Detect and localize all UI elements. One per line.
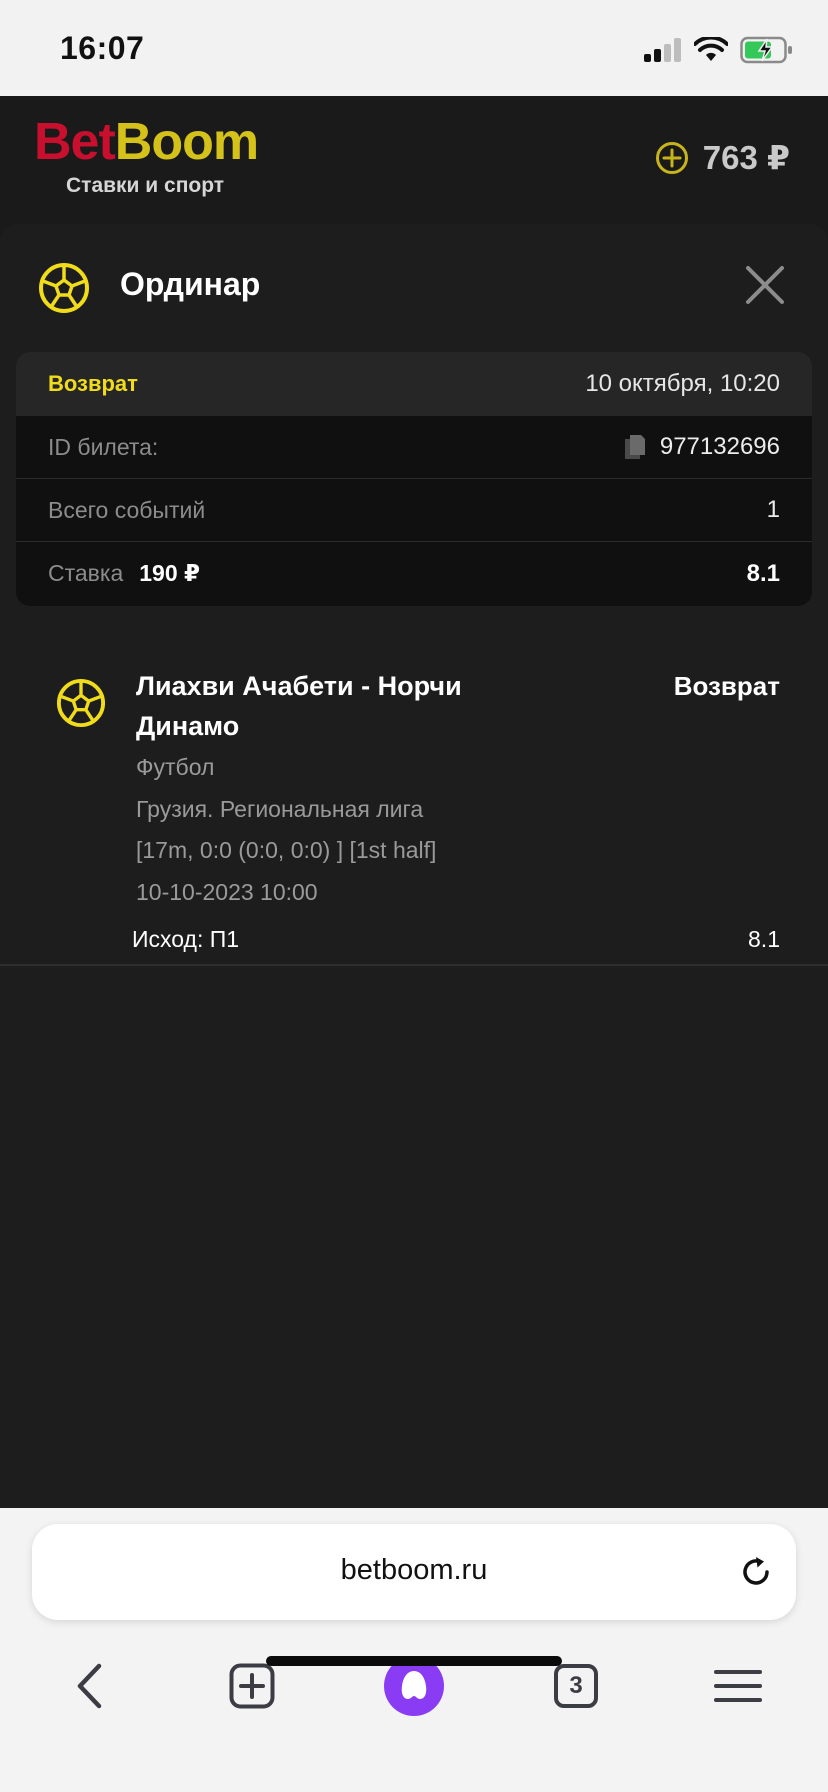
bet-summary-card: Возврат 10 октября, 10:20 ID билета: 977… (16, 352, 812, 606)
ticket-id-value: 977132696 (659, 433, 780, 460)
wifi-icon (694, 37, 728, 61)
cellular-signal-icon (644, 38, 681, 62)
event-date: 10-10-2023 10:00 (136, 879, 318, 905)
event-title: Лиахви Ачабети - Норчи Динамо (136, 671, 462, 741)
add-funds-icon[interactable] (655, 141, 689, 175)
event-item: Лиахви Ачабети - Норчи Динамо Возврат Фу… (0, 634, 828, 966)
balance-widget[interactable]: 763 ₽ (655, 138, 790, 177)
ticket-id-label: ID билета: (48, 433, 159, 460)
stake-amount: 190 ₽ (139, 560, 201, 586)
bet-summary-header: Возврат 10 октября, 10:20 (16, 352, 812, 416)
stake-label: Ставка (48, 560, 124, 586)
close-icon[interactable] (744, 264, 786, 306)
back-button[interactable] (58, 1654, 122, 1718)
ticket-id-row: ID билета: 977132696 (16, 416, 812, 479)
event-status: Возврат (673, 671, 780, 701)
top-bar: BetBoom Ставки и спорт 763 ₽ (0, 96, 828, 224)
app-content: BetBoom Ставки и спорт 763 ₽ Ординар Воз… (0, 96, 828, 1508)
stake-row: Ставка 190 ₽ 8.1 (16, 542, 812, 605)
events-count-value: 1 (766, 496, 780, 523)
events-count-label: Всего событий (48, 496, 206, 523)
bet-status: Возврат (48, 371, 138, 396)
home-indicator[interactable] (266, 1656, 562, 1666)
sheet-header: Ординар (0, 224, 828, 352)
event-league: Грузия. Региональная лига (136, 796, 424, 822)
football-icon (56, 678, 106, 728)
copy-icon[interactable] (624, 434, 646, 460)
status-bar: 16:07 (0, 0, 828, 96)
football-icon (39, 263, 89, 313)
event-score: [17m, 0:0 (0:0, 0:0) ] [1st half] (136, 837, 437, 863)
menu-button[interactable] (706, 1654, 770, 1718)
status-icons (644, 34, 794, 66)
total-odds: 8.1 (746, 559, 780, 587)
tabs-count: 3 (554, 1664, 598, 1708)
event-odds: 8.1 (748, 926, 780, 952)
ticket-id-wrap[interactable]: 977132696 (624, 433, 780, 461)
chevron-left-icon (77, 1663, 102, 1709)
plus-square-icon (229, 1663, 275, 1709)
browser-nav: 3 (0, 1640, 828, 1732)
event-sport: Футбол (136, 754, 215, 780)
url-text[interactable]: betboom.ru (32, 1554, 796, 1587)
event-outcome: Исход: П1 (132, 926, 240, 952)
logo-boom-text: Boom (114, 113, 259, 171)
bet-details-sheet: Ординар Возврат 10 октября, 10:20 ID бил… (0, 224, 828, 1508)
hamburger-menu-icon (714, 1670, 762, 1702)
bet-datetime: 10 октября, 10:20 (585, 370, 780, 397)
logo-subtitle: Ставки и спорт (66, 174, 225, 197)
bet-type-title: Ординар (120, 266, 261, 302)
balance-amount: 763 ₽ (702, 139, 790, 176)
address-bar[interactable]: betboom.ru (32, 1524, 796, 1620)
reload-icon[interactable] (738, 1554, 774, 1590)
logo-bet-text: Bet (34, 113, 116, 171)
battery-charging-icon (740, 36, 792, 64)
events-count-row: Всего событий 1 (16, 479, 812, 542)
status-time: 16:07 (60, 30, 145, 66)
stake-group: Ставка 190 ₽ (48, 560, 200, 587)
betboom-logo[interactable]: BetBoom Ставки и спорт (34, 113, 259, 197)
browser-toolbar: betboom.ru 3 (0, 1508, 828, 1792)
